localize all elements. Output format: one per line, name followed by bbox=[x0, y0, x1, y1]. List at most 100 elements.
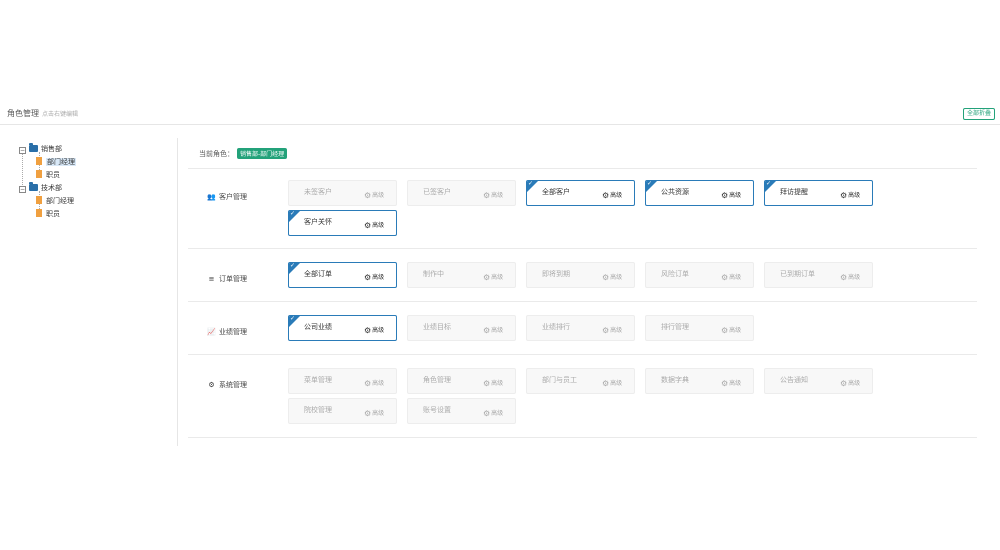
permission-card[interactable]: 已签客户 ⚙高级 bbox=[407, 180, 516, 206]
permission-card[interactable]: 数据字典 ⚙高级 bbox=[645, 368, 754, 394]
folder-open-icon bbox=[29, 143, 38, 152]
permission-card[interactable]: 制作中 ⚙高级 bbox=[407, 262, 516, 288]
section-label-text: 客户管理 bbox=[219, 193, 247, 201]
permission-card[interactable]: 账号设置 ⚙高级 bbox=[407, 398, 516, 424]
page-title-hint: 点击右键编辑 bbox=[42, 111, 79, 118]
collapse-toggle-icon[interactable]: − bbox=[19, 147, 26, 154]
advanced-settings-link[interactable]: ⚙高级 bbox=[840, 272, 860, 282]
tree-node-sales-manager[interactable]: 部门经理 bbox=[19, 156, 169, 169]
advanced-label: 高级 bbox=[848, 380, 861, 387]
tree-node-label: 职员 bbox=[46, 210, 60, 218]
advanced-settings-link[interactable]: ⚙高级 bbox=[840, 190, 860, 200]
permission-name: 全部客户 bbox=[542, 188, 570, 196]
permission-name: 数据字典 bbox=[661, 376, 689, 384]
section-label-system: ⚙ 系统管理 bbox=[207, 380, 247, 390]
collapse-all-button[interactable]: 全部折叠 bbox=[962, 108, 995, 120]
permission-card[interactable]: 排行管理 ⚙高级 bbox=[645, 315, 754, 341]
tree-node-tech-manager[interactable]: 部门经理 bbox=[19, 195, 169, 208]
tree-node-tech-staff[interactable]: 职员 bbox=[19, 208, 169, 221]
file-icon bbox=[36, 157, 42, 165]
section-label-text: 系统管理 bbox=[219, 381, 247, 389]
permission-card[interactable]: ✓ 全部客户 ⚙高级 bbox=[526, 180, 635, 206]
advanced-label: 高级 bbox=[848, 192, 861, 199]
gear-icon: ⚙ bbox=[483, 379, 491, 388]
check-icon: ✓ bbox=[290, 315, 296, 322]
tree-node-label: 部门经理 bbox=[46, 158, 76, 166]
permission-card[interactable]: ✓ 客户关怀 ⚙高级 bbox=[288, 210, 397, 236]
advanced-label: 高级 bbox=[610, 327, 623, 334]
permission-card[interactable]: 部门与员工 ⚙高级 bbox=[526, 368, 635, 394]
permission-card[interactable]: 风险订单 ⚙高级 bbox=[645, 262, 754, 288]
permission-name: 排行管理 bbox=[661, 323, 689, 331]
advanced-settings-link[interactable]: ⚙高级 bbox=[483, 190, 503, 200]
advanced-settings-link[interactable]: ⚙高级 bbox=[721, 272, 741, 282]
permission-name: 业绩排行 bbox=[542, 323, 570, 331]
gear-icon: ⚙ bbox=[840, 191, 848, 200]
permission-name: 已签客户 bbox=[423, 188, 451, 196]
permission-name: 公共资源 bbox=[661, 188, 689, 196]
advanced-label: 高级 bbox=[729, 327, 742, 334]
advanced-settings-link[interactable]: ⚙高级 bbox=[721, 378, 741, 388]
advanced-settings-link[interactable]: ⚙高级 bbox=[364, 220, 384, 230]
advanced-label: 高级 bbox=[491, 380, 504, 387]
permission-card[interactable]: 业绩排行 ⚙高级 bbox=[526, 315, 635, 341]
advanced-settings-link[interactable]: ⚙高级 bbox=[602, 325, 622, 335]
permission-card[interactable]: 菜单管理 ⚙高级 bbox=[288, 368, 397, 394]
page-header: 角色管理 点击右键编辑 全部折叠 bbox=[0, 105, 1000, 125]
permission-card[interactable]: 院校管理 ⚙高级 bbox=[288, 398, 397, 424]
tree-node-label: 职员 bbox=[46, 171, 60, 179]
permission-card[interactable]: 角色管理 ⚙高级 bbox=[407, 368, 516, 394]
advanced-settings-link[interactable]: ⚙高级 bbox=[840, 378, 860, 388]
check-icon: ✓ bbox=[766, 180, 772, 187]
advanced-settings-link[interactable]: ⚙高级 bbox=[602, 272, 622, 282]
permission-card[interactable]: ✓ 拜访提醒 ⚙高级 bbox=[764, 180, 873, 206]
gear-icon: ⚙ bbox=[364, 409, 372, 418]
advanced-settings-link[interactable]: ⚙高级 bbox=[483, 272, 503, 282]
section-label-text: 业绩管理 bbox=[219, 328, 247, 336]
permission-card[interactable]: 已到期订单 ⚙高级 bbox=[764, 262, 873, 288]
permission-name: 公告通知 bbox=[780, 376, 808, 384]
permission-card[interactable]: 公告通知 ⚙高级 bbox=[764, 368, 873, 394]
advanced-label: 高级 bbox=[491, 410, 504, 417]
permission-card[interactable]: 业绩目标 ⚙高级 bbox=[407, 315, 516, 341]
permission-name: 制作中 bbox=[423, 270, 444, 278]
check-icon: ✓ bbox=[528, 180, 534, 187]
gear-icon: ⚙ bbox=[364, 379, 372, 388]
advanced-settings-link[interactable]: ⚙高级 bbox=[721, 325, 741, 335]
tree-node-sales[interactable]: − 销售部 bbox=[19, 143, 169, 156]
advanced-settings-link[interactable]: ⚙高级 bbox=[483, 408, 503, 418]
check-icon: ✓ bbox=[290, 262, 296, 269]
permission-card[interactable]: ✓ 公共资源 ⚙高级 bbox=[645, 180, 754, 206]
tree-node-sales-staff[interactable]: 职员 bbox=[19, 169, 169, 182]
advanced-settings-link[interactable]: ⚙高级 bbox=[602, 378, 622, 388]
tree-node-tech[interactable]: − 技术部 bbox=[19, 182, 169, 195]
advanced-settings-link[interactable]: ⚙高级 bbox=[364, 378, 384, 388]
gear-icon: ⚙ bbox=[483, 273, 491, 282]
advanced-settings-link[interactable]: ⚙高级 bbox=[721, 190, 741, 200]
file-icon bbox=[36, 196, 42, 204]
permission-name: 角色管理 bbox=[423, 376, 451, 384]
list-icon: ≡ bbox=[208, 275, 215, 283]
permission-name: 未签客户 bbox=[304, 188, 332, 196]
advanced-settings-link[interactable]: ⚙高级 bbox=[364, 408, 384, 418]
permission-card[interactable]: ✓ 公司业绩 ⚙高级 bbox=[288, 315, 397, 341]
advanced-settings-link[interactable]: ⚙高级 bbox=[364, 190, 384, 200]
permission-card[interactable]: 未签客户 ⚙高级 bbox=[288, 180, 397, 206]
permission-card[interactable]: ✓ 全部订单 ⚙高级 bbox=[288, 262, 397, 288]
gear-icon: ⚙ bbox=[721, 326, 729, 335]
advanced-settings-link[interactable]: ⚙高级 bbox=[364, 325, 384, 335]
permission-name: 业绩目标 bbox=[423, 323, 451, 331]
collapse-toggle-icon[interactable]: − bbox=[19, 186, 26, 193]
advanced-settings-link[interactable]: ⚙高级 bbox=[602, 190, 622, 200]
permission-name: 即将到期 bbox=[542, 270, 570, 278]
advanced-label: 高级 bbox=[372, 274, 385, 281]
advanced-settings-link[interactable]: ⚙高级 bbox=[483, 378, 503, 388]
gear-icon: ⚙ bbox=[602, 326, 610, 335]
advanced-label: 高级 bbox=[491, 192, 504, 199]
permission-name: 账号设置 bbox=[423, 406, 451, 414]
advanced-label: 高级 bbox=[372, 192, 385, 199]
permission-card[interactable]: 即将到期 ⚙高级 bbox=[526, 262, 635, 288]
gear-icon: ⚙ bbox=[721, 191, 729, 200]
advanced-settings-link[interactable]: ⚙高级 bbox=[483, 325, 503, 335]
advanced-settings-link[interactable]: ⚙高级 bbox=[364, 272, 384, 282]
